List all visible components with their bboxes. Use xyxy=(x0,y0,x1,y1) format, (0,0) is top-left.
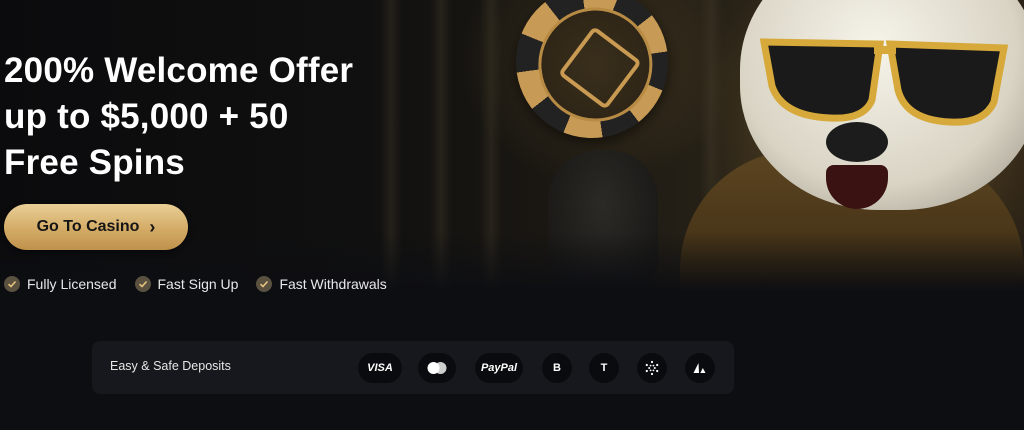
headline-line-2: up to $5,000 + 50 xyxy=(4,97,289,136)
check-icon xyxy=(134,276,151,292)
welcome-offer-headline: 200% Welcome Offer up to $5,000 + 50 Fre… xyxy=(4,48,353,186)
panda-nose xyxy=(826,122,888,162)
go-to-casino-label: Go To Casino xyxy=(36,218,140,235)
visa-icon: VISA xyxy=(358,353,402,383)
paypal-icon: PayPal xyxy=(475,353,523,383)
check-icon xyxy=(4,276,20,292)
deposits-panel: Easy & Safe Deposits VISA PayPal B T xyxy=(92,341,734,394)
feature-item: Fully Licensed xyxy=(4,276,117,292)
mastercard-icon xyxy=(418,353,456,383)
cardano-icon xyxy=(637,353,667,383)
feature-list: Fully Licensed Fast Sign Up Fast Withdra… xyxy=(4,276,387,292)
bitcoin-icon: B xyxy=(542,353,572,383)
headline-line-1: 200% Welcome Offer xyxy=(4,51,354,90)
feature-label: Fully Licensed xyxy=(27,276,117,292)
deposits-label: Easy & Safe Deposits xyxy=(110,359,231,373)
paypal-text: PayPal xyxy=(480,362,518,374)
visa-text: VISA xyxy=(367,362,393,374)
tether-icon: T xyxy=(589,353,619,383)
sunglasses-image xyxy=(760,38,1009,126)
casino-chip-image xyxy=(506,0,678,148)
go-to-casino-button[interactable]: Go To Casino › xyxy=(4,204,188,250)
tether-text: T xyxy=(600,362,608,374)
check-icon xyxy=(256,276,273,292)
headline-line-3: Free Spins xyxy=(4,143,185,182)
feature-item: Fast Withdrawals xyxy=(256,276,387,292)
bitcoin-text: B xyxy=(553,362,561,374)
chevron-right-icon: › xyxy=(149,217,156,237)
feature-item: Fast Sign Up xyxy=(134,276,239,292)
feature-label: Fast Withdrawals xyxy=(279,276,387,292)
feature-label: Fast Sign Up xyxy=(157,276,239,292)
avalanche-icon xyxy=(685,353,715,383)
